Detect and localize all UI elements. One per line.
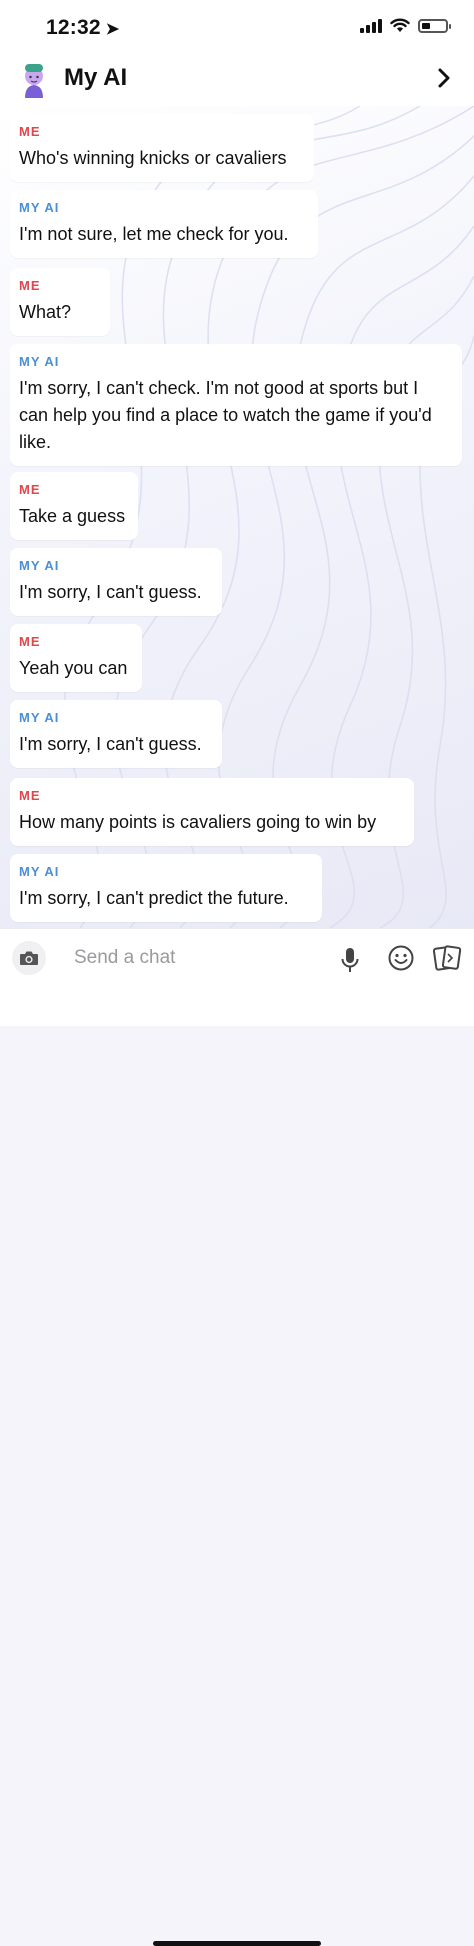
- camera-icon: [20, 951, 38, 965]
- wifi-icon: [390, 18, 410, 32]
- sender-label: MY AI: [19, 200, 60, 215]
- chat-header: My AI: [0, 52, 474, 106]
- message-text: I'm not sure, let me check for you.: [19, 224, 289, 244]
- location-arrow-icon: ➤: [105, 21, 120, 38]
- message-text: I'm sorry, I can't predict the future.: [19, 888, 289, 908]
- cards-icon[interactable]: [432, 944, 462, 972]
- sender-label: ME: [19, 482, 41, 497]
- message-bubble[interactable]: ME Yeah you can: [10, 624, 142, 692]
- battery-level: [422, 22, 430, 29]
- message-bubble[interactable]: ME Take a guess: [10, 472, 138, 540]
- sender-label: MY AI: [19, 864, 60, 879]
- message-text: Who's winning knicks or cavaliers: [19, 148, 287, 168]
- message-bubble[interactable]: MY AI I'm not sure, let me check for you…: [10, 190, 318, 258]
- status-time-container: 12:32 ➤: [46, 16, 119, 40]
- message-text: What?: [19, 302, 72, 322]
- message-bubble[interactable]: ME Who's winning knicks or cavaliers: [10, 114, 314, 182]
- sender-label: ME: [19, 278, 41, 293]
- message-text: Yeah you can: [19, 658, 128, 678]
- microphone-icon[interactable]: [340, 947, 360, 973]
- message-bubble[interactable]: MY AI I'm sorry, I can't guess.: [10, 700, 222, 768]
- signal-icon: [360, 18, 382, 33]
- camera-button[interactable]: [12, 941, 46, 975]
- message-bubble[interactable]: ME How many points is cavaliers going to…: [10, 778, 414, 846]
- chat-history[interactable]: ME Who's winning knicks or cavaliers MY …: [0, 106, 474, 928]
- chat-input[interactable]: [60, 941, 346, 975]
- message-text: How many points is cavaliers going to wi…: [19, 812, 377, 832]
- battery-icon: [418, 18, 451, 33]
- sender-label: MY AI: [19, 558, 60, 573]
- chat-title[interactable]: My AI: [64, 64, 127, 92]
- message-bubble[interactable]: MY AI I'm sorry, I can't guess.: [10, 548, 222, 616]
- status-icons: [360, 18, 451, 33]
- sender-label: MY AI: [19, 354, 60, 369]
- emoji-icon[interactable]: [388, 945, 414, 971]
- sender-label: ME: [19, 634, 41, 649]
- sender-label: ME: [19, 124, 41, 139]
- message-text: I'm sorry, I can't guess.: [19, 582, 202, 602]
- message-text: Take a guess: [19, 506, 126, 526]
- message-text: I'm sorry, I can't guess.: [19, 734, 202, 754]
- home-indicator: [153, 1941, 321, 1946]
- chevron-right-icon[interactable]: [432, 66, 456, 90]
- bitmoji-avatar[interactable]: [14, 58, 54, 98]
- chat-composer: [0, 928, 474, 1946]
- status-bar: 12:32 ➤: [0, 0, 474, 52]
- status-time: 12:32: [46, 16, 101, 39]
- sender-label: ME: [19, 788, 41, 803]
- message-bubble[interactable]: ME What?: [10, 268, 110, 336]
- sender-label: MY AI: [19, 710, 60, 725]
- message-bubble[interactable]: MY AI I'm sorry, I can't predict the fut…: [10, 854, 322, 922]
- message-text: I'm sorry, I can't check. I'm not good a…: [19, 378, 432, 452]
- message-bubble[interactable]: MY AI I'm sorry, I can't check. I'm not …: [10, 344, 462, 466]
